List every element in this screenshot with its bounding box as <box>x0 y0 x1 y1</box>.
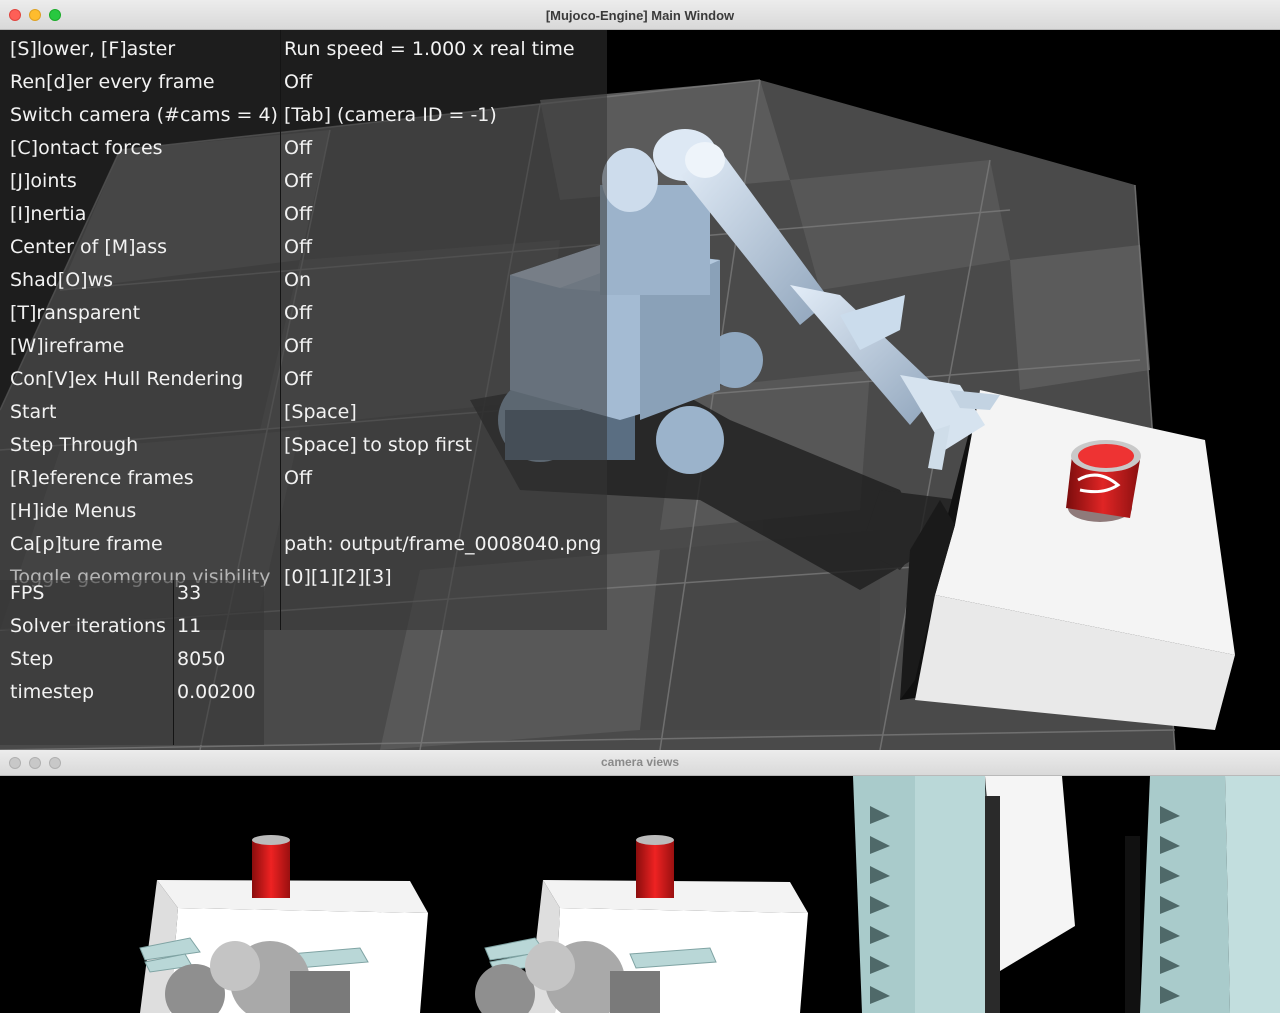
camera-window-title: camera views <box>600 755 680 769</box>
menu-labels: [S]lower, [F]aster Ren[d]er every frame … <box>10 33 278 594</box>
camera-window-titlebar[interactable]: camera views <box>0 750 1280 776</box>
camera-view-2 <box>475 835 808 1013</box>
stat-value-fps: 33 <box>177 582 202 604</box>
stat-label-solver-iterations: Solver iterations <box>10 615 166 637</box>
menu-value-step-through: [Space] to stop first <box>284 434 473 456</box>
menu-item-shadows[interactable]: Shad[O]ws <box>10 264 278 297</box>
menu-value-reference-frames: Off <box>284 467 313 489</box>
menu-value-switch-camera: [Tab] (camera ID = -1) <box>284 104 497 126</box>
stat-value-timestep: 0.00200 <box>177 681 256 703</box>
menu-item-start[interactable]: Start <box>10 396 278 429</box>
stat-label-fps: FPS <box>10 582 45 604</box>
menu-item-inertia[interactable]: [I]nertia <box>10 198 278 231</box>
menu-value-speed: Run speed = 1.000 x real time <box>284 38 575 60</box>
menu-value-capture-frame: path: output/frame_0008040.png <box>284 533 602 555</box>
menu-item-switch-camera[interactable]: Switch camera (#cams = 4) <box>10 99 278 132</box>
menu-value-render-every-frame: Off <box>284 71 313 93</box>
menu-divider <box>280 30 281 630</box>
stats-labels: FPS Solver iterations Step timestep <box>10 577 166 709</box>
camera-view-1 <box>139 835 428 1013</box>
menu-item-render-every-frame[interactable]: Ren[d]er every frame <box>10 66 278 99</box>
menu-value-geomgroup: [0][1][2][3] <box>284 566 392 588</box>
stats-values: 33 11 8050 0.00200 <box>177 577 256 709</box>
stat-value-solver-iterations: 11 <box>177 615 202 637</box>
menu-item-reference-frames[interactable]: [R]eference frames <box>10 462 278 495</box>
menu-item-capture-frame[interactable]: Ca[p]ture frame <box>10 528 278 561</box>
menu-item-step-through[interactable]: Step Through <box>10 429 278 462</box>
menu-value-inertia: Off <box>284 203 313 225</box>
camera-view-3 <box>853 776 1280 1013</box>
menu-value-wireframe: Off <box>284 335 313 357</box>
main-window-titlebar[interactable]: [Mujoco-Engine] Main Window <box>0 0 1280 30</box>
menu-value-transparent: Off <box>284 302 313 324</box>
camera-views-render <box>139 776 1280 1013</box>
main-window-title: [Mujoco-Engine] Main Window <box>545 8 735 23</box>
menu-value-convex-hull: Off <box>284 368 313 390</box>
stat-value-step: 8050 <box>177 648 226 670</box>
menu-value-contact-forces: Off <box>284 137 313 159</box>
camera-views-viewport[interactable] <box>0 776 1280 1013</box>
menu-value-hide-menus <box>284 495 601 528</box>
menu-value-joints: Off <box>284 170 313 192</box>
menu-item-transparent[interactable]: [T]ransparent <box>10 297 278 330</box>
stat-label-step: Step <box>10 648 54 670</box>
menu-value-start: [Space] <box>284 401 357 423</box>
simulation-viewport[interactable]: [S]lower, [F]aster Ren[d]er every frame … <box>0 30 1280 750</box>
menu-item-hide-menus[interactable]: [H]ide Menus <box>10 495 278 528</box>
stat-label-timestep: timestep <box>10 681 95 703</box>
menu-value-center-of-mass: Off <box>284 236 313 258</box>
coke-can <box>1066 440 1141 522</box>
menu-values: Run speed = 1.000 x real time Off [Tab] … <box>284 33 601 594</box>
menu-item-joints[interactable]: [J]oints <box>10 165 278 198</box>
menu-item-wireframe[interactable]: [W]ireframe <box>10 330 278 363</box>
stats-divider <box>173 580 174 745</box>
menu-item-contact-forces[interactable]: [C]ontact forces <box>10 132 278 165</box>
menu-item-speed[interactable]: [S]lower, [F]aster <box>10 33 278 66</box>
menu-item-center-of-mass[interactable]: Center of [M]ass <box>10 231 278 264</box>
menu-value-shadows: On <box>284 269 311 291</box>
menu-item-convex-hull[interactable]: Con[V]ex Hull Rendering <box>10 363 278 396</box>
